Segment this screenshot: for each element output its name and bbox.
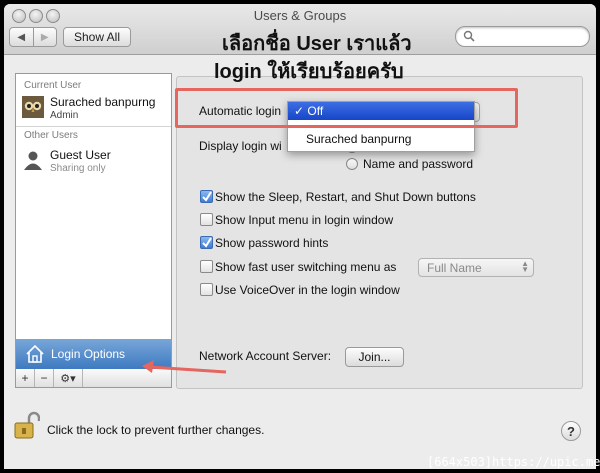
voiceover-label: Use VoiceOver in the login window [215, 283, 400, 297]
fast-switching-popup[interactable]: Full Name ▲ ▼ [418, 258, 534, 277]
users-sidebar: Current User Surached banpurng Admin Oth… [15, 73, 172, 371]
current-user-heading: Current User [24, 80, 82, 91]
watermark: [664x503]https://upic.me/ [427, 455, 600, 469]
guest-user-status: Sharing only [50, 163, 106, 174]
updown-arrows-icon: ▲ ▼ [521, 259, 529, 274]
help-button[interactable]: ? [561, 421, 581, 441]
join-button[interactable]: Join... [345, 347, 404, 367]
overlay-caption-line2: login ให้เรียบร้อยครับ [214, 61, 404, 83]
menu-item-user[interactable]: Surached banpurng [288, 130, 474, 148]
radio-name-and-password[interactable] [346, 158, 358, 170]
nav-back-forward: ◀ ▶ [9, 27, 57, 47]
lock-open-icon[interactable] [14, 410, 40, 440]
show-all-button[interactable]: Show All [63, 27, 131, 47]
lock-text: Click the lock to prevent further change… [47, 423, 265, 437]
search-input[interactable] [455, 26, 590, 47]
current-user-name: Surached banpurng [50, 95, 156, 109]
search-icon [463, 30, 475, 42]
login-options-label: Login Options [51, 347, 126, 361]
owl-avatar-icon [22, 96, 44, 118]
divider [16, 126, 171, 127]
sleep-restart-label: Show the Sleep, Restart, and Shut Down b… [215, 190, 476, 204]
person-silhouette-icon [24, 151, 42, 170]
display-login-label: Display login wi [199, 139, 282, 153]
name-and-password-label: Name and password [363, 157, 474, 171]
gear-menu-button[interactable]: ⚙▾ [54, 369, 83, 387]
menu-item-user-label: Surached banpurng [306, 132, 412, 146]
checkbox-sleep-restart[interactable] [200, 190, 213, 203]
checkbox-password-hints[interactable] [200, 236, 213, 249]
checkbox-input-menu[interactable] [200, 213, 213, 226]
input-menu-label: Show Input menu in login window [215, 213, 394, 227]
chevron-left-icon[interactable]: ◀ [10, 28, 33, 46]
fast-switching-label: Show fast user switching menu as [215, 260, 397, 274]
fast-switching-value: Full Name [427, 261, 482, 275]
highlight-box [175, 88, 518, 128]
remove-user-button[interactable]: − [35, 369, 54, 387]
window-title: Users & Groups [253, 8, 347, 23]
checkbox-fast-switching[interactable] [200, 260, 213, 273]
guest-user-name: Guest User [50, 148, 111, 162]
other-users-heading: Other Users [24, 130, 78, 141]
house-icon [26, 344, 44, 363]
annotation-arrow-icon [142, 360, 227, 374]
chevron-right-icon[interactable]: ▶ [32, 28, 57, 46]
add-user-button[interactable]: + [16, 369, 35, 387]
current-user-role: Admin [50, 110, 79, 121]
checkbox-voiceover[interactable] [200, 283, 213, 296]
password-hints-label: Show password hints [215, 236, 329, 250]
